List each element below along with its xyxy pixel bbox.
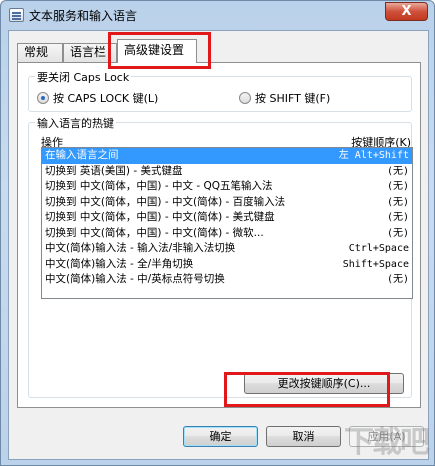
list-item-action: 切换到 中文(简体，中国) - 中文(简体) - 微软... (45, 226, 264, 239)
list-item[interactable]: 切换到 中文(简体，中国) - 中文(简体) - 百度输入法 (无) (42, 195, 412, 211)
list-item-keys: Ctrl+Space (348, 243, 409, 254)
list-item-action: 切换到 中文(简体，中国) - 中文 - QQ五笔输入法 (45, 180, 273, 192)
window-title: 文本服务和输入语言 (29, 9, 138, 23)
list-item[interactable]: 在输入语言之间 左 Alt+Shift (42, 148, 412, 164)
cancel-button[interactable]: 取消 (266, 426, 341, 447)
list-item[interactable]: 切换到 中文(简体，中国) - 中文(简体) - 美式键盘 (无) (42, 210, 412, 226)
list-item-keys: (无) (386, 212, 409, 223)
list-item-keys: (无) (386, 196, 409, 208)
list-item[interactable]: 切换到 中文(简体，中国) - 中文 - QQ五笔输入法 (无) (42, 179, 412, 195)
list-item-action: 中文(简体)输入法 - 全/半角切换 (45, 257, 194, 270)
tab-general[interactable]: 常规 (17, 43, 63, 62)
hotkeys-listbox[interactable]: 在输入语言之间左 Alt+Shift 切换到 英语(美国) - 美式键盘 (无) … (41, 147, 413, 299)
list-item[interactable]: 中文(简体)输入法 - 输入法/非输入法切换 Ctrl+Space (42, 241, 412, 257)
button-highlight-box (224, 372, 390, 407)
caps-lock-group-title: 要关闭 Caps Lock (35, 69, 132, 85)
list-item-action: 中文(简体)输入法 - 中/英标点符号切换 (45, 273, 225, 285)
watermark-logo: 下载吧 (344, 425, 430, 460)
hotkeys-group: 输入语言的热键 操作 按键顺序(K) 在输入语言之间左 Alt+Shift 切换… (28, 115, 413, 398)
radio-shift[interactable]: 按 SHIFT 键(F) (239, 90, 330, 106)
list-item-action: 中文(简体)输入法 - 输入法/非输入法切换 (45, 242, 236, 254)
caps-lock-group: 要关闭 Caps Lock 按 CAPS LOCK 键(L) 按 SHIFT 键… (28, 69, 412, 112)
radio-unchecked-icon[interactable] (239, 92, 251, 104)
list-item-keys: (无) (386, 227, 409, 239)
dialog-window: 文本服务和输入语言 X 常规 语言栏 高级键设置 要关闭 Caps Lock 按… (0, 0, 435, 466)
list-item[interactable]: 切换到 中文(简体，中国) - 中文(简体) - 微软... (无) (42, 226, 412, 242)
list-item-keys: (无) (386, 274, 409, 285)
radio-checked-icon[interactable] (37, 92, 49, 104)
close-button[interactable]: X (385, 2, 428, 21)
list-item-keys: Shift+Space (342, 258, 409, 270)
radio-shift-label: 按 SHIFT 键(F) (255, 92, 331, 105)
list-item-action: 切换到 中文(简体，中国) - 中文(简体) - 百度输入法 (45, 195, 286, 208)
list-item-action: 切换到 英语(美国) - 美式键盘 (45, 164, 183, 177)
list-item-keys: (无) (386, 165, 409, 177)
list-item-action: 在输入语言之间 (45, 149, 119, 161)
keyboard-settings-icon (9, 8, 24, 22)
radio-caps-lock[interactable]: 按 CAPS LOCK 键(L) (37, 90, 158, 106)
list-item[interactable]: 中文(简体)输入法 - 中/英标点符号切换 (无) (42, 272, 412, 288)
hotkeys-group-title: 输入语言的热键 (35, 115, 116, 131)
list-item-action: 切换到 中文(简体，中国) - 中文(简体) - 美式键盘 (45, 211, 275, 223)
list-item-keys: 左 Alt+Shift (338, 150, 409, 161)
title-bar: 文本服务和输入语言 X (1, 1, 434, 29)
list-item[interactable]: 切换到 英语(美国) - 美式键盘 (无) (42, 164, 412, 180)
ok-button[interactable]: 确定 (183, 426, 258, 447)
list-item[interactable]: 中文(简体)输入法 - 全/半角切换 Shift+Space (42, 257, 412, 273)
tab-advanced-key-settings[interactable]: 高级键设置 (117, 39, 197, 63)
list-item-keys: (无) (386, 181, 409, 192)
radio-caps-lock-label: 按 CAPS LOCK 键(L) (53, 92, 159, 105)
tab-panel-advanced: 要关闭 Caps Lock 按 CAPS LOCK 键(L) 按 SHIFT 键… (17, 62, 421, 408)
